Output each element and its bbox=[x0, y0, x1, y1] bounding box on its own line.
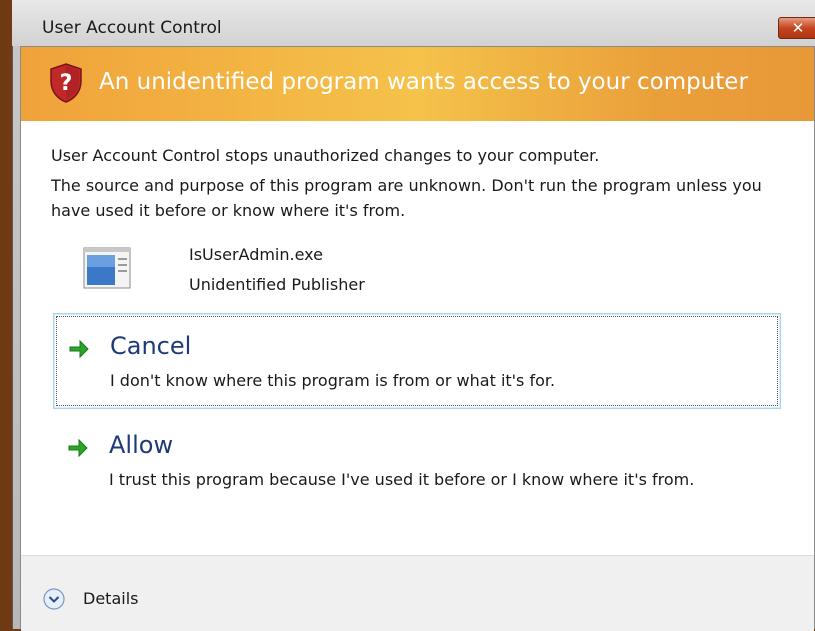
close-button[interactable]: ✕ bbox=[778, 17, 815, 39]
uac-dialog: ? An unidentified program wants access t… bbox=[20, 46, 815, 631]
window-title: User Account Control bbox=[42, 18, 222, 38]
cancel-option-button[interactable]: Cancel I don't know where this program i… bbox=[53, 313, 781, 409]
program-publisher: Unidentified Publisher bbox=[189, 275, 365, 294]
description-line-2: The source and purpose of this program a… bbox=[51, 176, 762, 220]
shield-question-icon: ? bbox=[50, 63, 82, 103]
allow-title: Allow bbox=[109, 431, 174, 459]
description: User Account Control stops unauthorized … bbox=[51, 143, 791, 223]
green-arrow-icon bbox=[69, 339, 89, 359]
green-arrow-icon bbox=[68, 438, 88, 458]
details-bar: Details bbox=[21, 555, 814, 631]
cancel-title: Cancel bbox=[110, 332, 192, 360]
application-window-icon bbox=[83, 247, 131, 289]
details-toggle-label[interactable]: Details bbox=[83, 589, 138, 608]
close-icon: ✕ bbox=[791, 19, 805, 37]
allow-subtitle: I trust this program because I've used i… bbox=[109, 470, 695, 489]
svg-text:?: ? bbox=[60, 71, 73, 96]
chevron-down-circle-icon[interactable] bbox=[43, 588, 65, 610]
cancel-subtitle: I don't know where this program is from … bbox=[110, 371, 556, 390]
title-bar[interactable]: User Account Control ✕ bbox=[12, 0, 815, 46]
description-line-1: User Account Control stops unauthorized … bbox=[51, 146, 600, 165]
program-name: IsUserAdmin.exe bbox=[189, 245, 323, 264]
allow-option-button[interactable]: Allow I trust this program because I've … bbox=[53, 421, 781, 531]
banner-message: An unidentified program wants access to … bbox=[99, 69, 748, 95]
warning-banner: ? An unidentified program wants access t… bbox=[21, 47, 814, 121]
